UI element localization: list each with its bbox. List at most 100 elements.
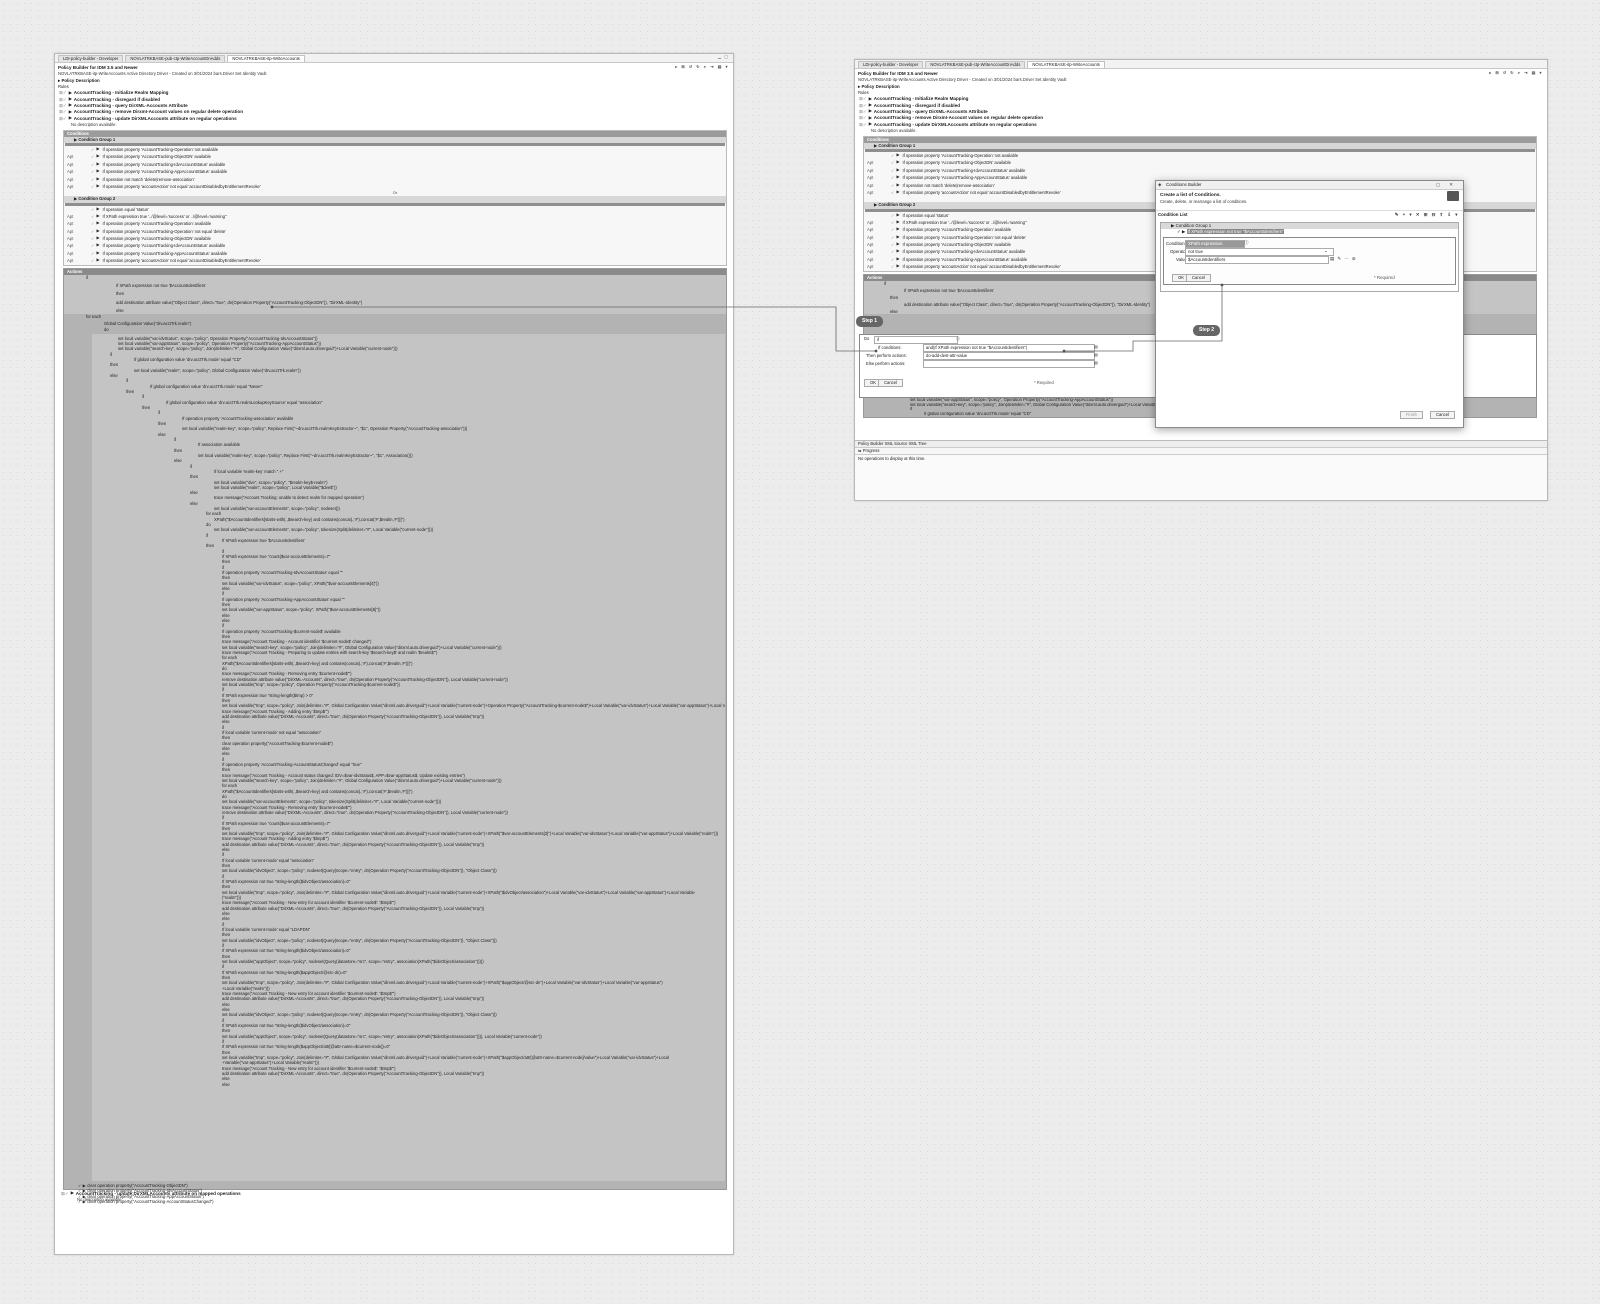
condition-item[interactable]: Apt ✓ ▶ If operation property 'AccountTrack… (64, 235, 726, 242)
tab-writeaccountdnadds[interactable]: NOVLATRKBASE-pub-ctp-WriteAccountDnAdds (125, 55, 226, 62)
list-toolbar-icons[interactable]: ✎ + ▾ ✕ ⊞ ⊟ ⇧ ⇩ ▾ (1395, 212, 1459, 218)
checkbox-icon[interactable]: ⊠✓ (59, 109, 67, 115)
checkbox-icon[interactable]: ✓ (891, 256, 895, 263)
chevron-right-icon[interactable]: ▶ (97, 176, 100, 183)
policy-description-toggle[interactable]: ▸ Policy Description (855, 82, 1547, 89)
chevron-right-icon[interactable]: ▶ (97, 146, 100, 153)
action-line[interactable]: do (64, 327, 726, 334)
condition-item[interactable]: Apt ✓ ▶ If operation property 'AccountTrack… (64, 153, 726, 160)
checkbox-icon[interactable]: ✓ (891, 159, 895, 166)
condition-item[interactable]: Apt ✓ ▶ If operation property 'AccountTrack… (64, 161, 726, 168)
checkbox-icon[interactable]: ⊠✓ (859, 103, 867, 109)
checkbox-icon[interactable]: ✓ ▶ (78, 1199, 87, 1204)
checkbox-icon[interactable]: ✓ (91, 146, 95, 153)
edit-list-icon[interactable]: ▤ (1094, 344, 1098, 349)
chevron-right-icon[interactable]: ▶ (897, 159, 900, 166)
edit-list-icon[interactable]: ▤ (1094, 352, 1098, 357)
chevron-right-icon[interactable]: ▶ (97, 228, 100, 235)
checkbox-icon[interactable]: ⊠✓ (859, 115, 867, 121)
condition-item[interactable]: ✓ ▶ If XPath expression not true "$Accou… (1161, 229, 1458, 235)
checkbox-icon[interactable]: ✓ ▶ (78, 1188, 87, 1193)
chevron-right-icon[interactable]: ▶ (869, 115, 872, 121)
chevron-right-icon[interactable]: ▶ (69, 109, 72, 115)
chevron-right-icon[interactable]: ▶ (897, 234, 900, 241)
chevron-right-icon[interactable]: ▶ (97, 161, 100, 168)
tab-developer[interactable]: LDI-policy-builder - Developer (858, 61, 924, 68)
checkbox-icon[interactable]: ✓ (91, 220, 95, 227)
value-field[interactable]: $AccountIdentifiers (1185, 256, 1329, 264)
checkbox-icon[interactable]: ✓ (891, 226, 895, 233)
condition-item[interactable]: Apt ✓ ▶ If operation property 'AccountTrack… (64, 250, 726, 257)
chevron-down-icon[interactable]: ⌄ (1324, 248, 1328, 254)
action-line[interactable]: add destination attribute value("Object … (64, 297, 726, 308)
chevron-right-icon[interactable]: ▶ (897, 256, 900, 263)
checkbox-icon[interactable]: ✓ (891, 174, 895, 181)
finish-button[interactable]: Finish (1399, 411, 1423, 419)
checkbox-icon[interactable]: ✓ (91, 168, 95, 175)
checkbox-icon[interactable]: ✓ (891, 212, 895, 219)
condition-item[interactable]: Apt ✓ ▶ If operation property 'accountActio… (64, 257, 726, 264)
chevron-right-icon[interactable]: ▶ (897, 226, 900, 233)
checkbox-icon[interactable]: ✓ (891, 219, 895, 226)
checkbox-icon[interactable]: ⊠✓ (59, 103, 67, 109)
checkbox-icon[interactable]: ✓ (891, 182, 895, 189)
help-icon[interactable]: ⓘ (1244, 240, 1248, 246)
chevron-right-icon[interactable]: ▶ (897, 219, 900, 226)
operator-select[interactable]: not true (1185, 248, 1334, 256)
edit-list-icon[interactable]: ▤ (1094, 360, 1098, 365)
help-icon[interactable]: ⓘ (956, 336, 960, 342)
chevron-right-icon[interactable]: ▶ (69, 115, 72, 121)
chevron-right-icon[interactable]: ▶ (97, 220, 100, 227)
window-controls-icon[interactable]: ▁ ▢ (718, 54, 729, 60)
checkbox-icon[interactable]: ✓ (891, 167, 895, 174)
action-line[interactable]: If XPath expression not true '$AccountId… (64, 281, 726, 292)
window-controls-icon[interactable]: ▢ ✕ (1436, 181, 1457, 189)
condition-item[interactable]: Apt ✓ ▶ If operation property 'accountActio… (64, 183, 726, 190)
checkbox-icon[interactable]: ⊠✓ (59, 97, 67, 103)
chevron-right-icon[interactable]: ▶ (69, 96, 72, 102)
checkbox-icon[interactable]: ✓ (91, 183, 95, 190)
checkbox-icon[interactable]: ⊠✓ (59, 90, 67, 96)
action-line[interactable]: else (92, 1082, 725, 1087)
condition-item[interactable]: Apt ✓ ▶ If operation property 'AccountTrack… (64, 228, 726, 235)
chevron-right-icon[interactable]: ▶ (97, 206, 100, 213)
checkbox-icon[interactable]: ✓ ▶ (78, 1183, 87, 1188)
cancel-button[interactable]: Cancel (1186, 274, 1212, 282)
checkbox-icon[interactable]: ✓ (891, 248, 895, 255)
tab-developer[interactable]: LDI-policy-builder - Developer (58, 55, 124, 62)
condition-item[interactable]: Apt ✓ ▶ If operation not match 'delete|remo… (64, 176, 726, 183)
checkbox-icon[interactable]: ⊠✓ (59, 116, 67, 122)
chevron-right-icon[interactable]: ▶ (869, 96, 872, 102)
chevron-right-icon[interactable]: ▶ (97, 183, 100, 190)
progress-tab[interactable]: ⇆ Progress (855, 448, 1547, 455)
checkbox-icon[interactable]: ✓ (891, 263, 895, 270)
checkbox-icon[interactable]: ✓ (891, 234, 895, 241)
checkbox-icon[interactable]: ✓ (891, 152, 895, 159)
chevron-right-icon[interactable]: ▶ (869, 121, 872, 127)
chevron-right-icon[interactable]: ▶ (897, 263, 900, 270)
condition-item[interactable]: Apt ✓ ▶ If operation property 'AccountTrack… (864, 159, 1536, 166)
checkbox-icon[interactable]: ✓ (91, 213, 95, 220)
checkbox-icon[interactable]: ✓ (91, 257, 95, 264)
condition-item[interactable]: Apt ✓ ▶ If operation property 'AccountTrack… (64, 242, 726, 249)
chevron-right-icon[interactable]: ▶ (897, 152, 900, 159)
checkbox-icon[interactable]: ✓ (91, 176, 95, 183)
checkbox-icon[interactable]: ✓ (91, 206, 95, 213)
chevron-right-icon[interactable]: ▶ (97, 213, 100, 220)
toolbar-icons[interactable]: ▸ ⊞ ↺ ↻ ⌕ ⇥ ▤ ▾ (1489, 70, 1543, 76)
editor-bottom-tabs[interactable]: Policy Builder XML Source XML Tree (855, 441, 1547, 448)
policy-description-toggle[interactable]: ▸ Policy Description (55, 76, 733, 83)
chevron-right-icon[interactable]: ▶ (897, 241, 900, 248)
chevron-right-icon[interactable]: ▶ (97, 242, 100, 249)
then-actions-field[interactable]: do-add-dest-attr-value (923, 352, 1095, 360)
condition-item[interactable]: Apt ✓ ▶ If operation property 'AccountTrack… (864, 167, 1536, 174)
checkbox-icon[interactable]: ✓ (891, 241, 895, 248)
chevron-right-icon[interactable]: ▶ (897, 167, 900, 174)
chevron-right-icon[interactable]: ▶ (869, 102, 872, 108)
chevron-right-icon[interactable]: ▶ (97, 235, 100, 242)
checkbox-icon[interactable]: ✓ ▶ (78, 1194, 87, 1199)
checkbox-icon[interactable]: ✓ (91, 242, 95, 249)
condition-item[interactable]: ✓ ▶ If operation property 'AccountTracking… (864, 152, 1536, 159)
chevron-right-icon[interactable]: ▶ (97, 257, 100, 264)
chevron-right-icon[interactable]: ▶ (897, 212, 900, 219)
